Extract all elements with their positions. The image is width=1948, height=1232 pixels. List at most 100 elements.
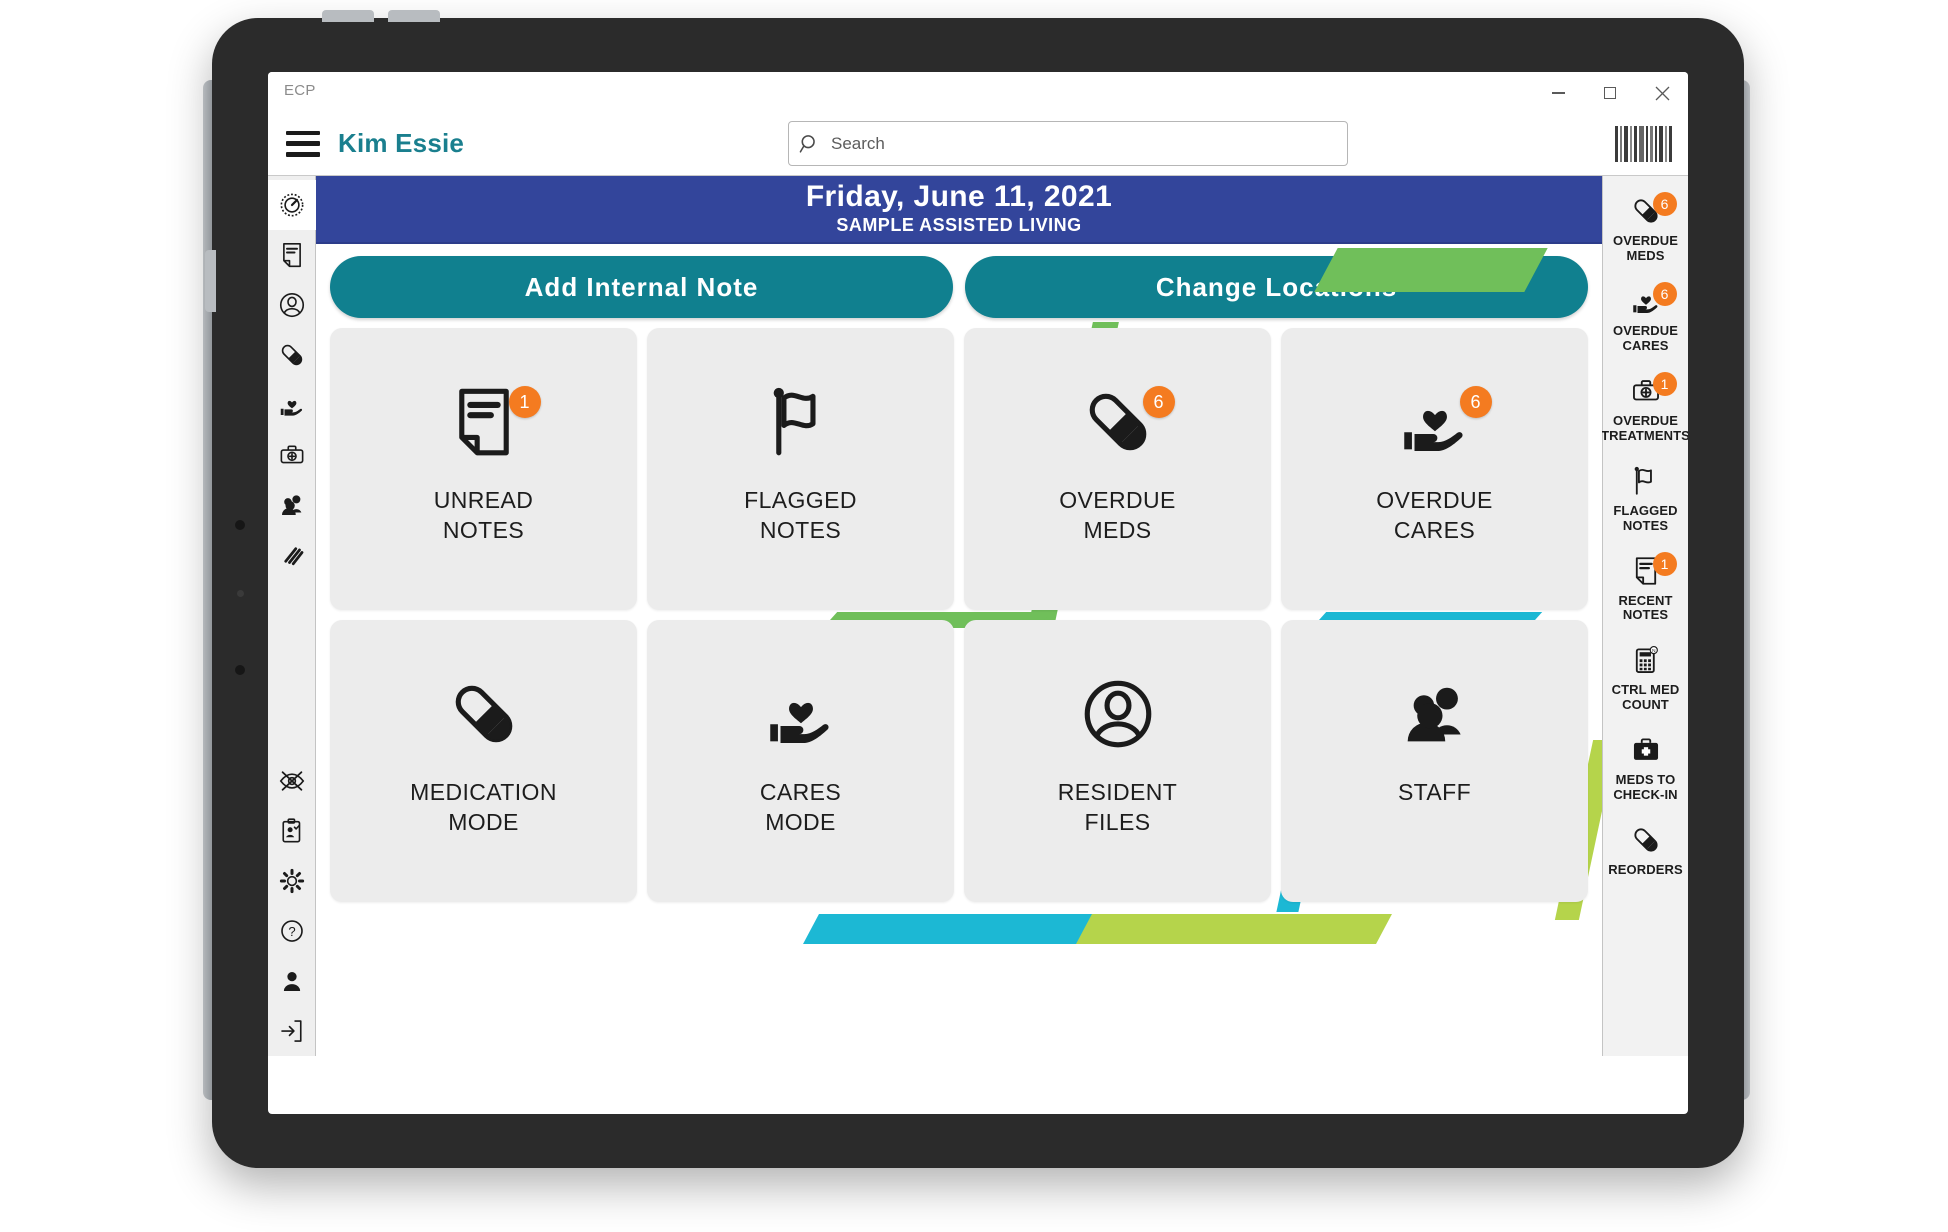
tile-icon-holder: 6 bbox=[1394, 380, 1492, 464]
tile-icon-holder bbox=[443, 672, 525, 756]
tile-label-line1: OVERDUE bbox=[1059, 487, 1176, 513]
firstaid-icon bbox=[1633, 738, 1658, 761]
tile-icon-holder bbox=[760, 380, 842, 464]
dashboard-tile[interactable]: 6 OVERDUE MEDS bbox=[964, 328, 1271, 610]
right-sidebar-label-line1: MEDS TO bbox=[1615, 772, 1676, 788]
dashboard-tile[interactable]: 6 OVERDUE CARES bbox=[1281, 328, 1588, 610]
right-sidebar-item[interactable]: 1 OVERDUE TREATMENTS bbox=[1601, 362, 1688, 452]
right-sidebar-item[interactable]: MEDS TO CHECK-IN bbox=[1603, 721, 1689, 811]
sidebar-item-note[interactable] bbox=[268, 230, 316, 280]
dashboard-tile[interactable]: CARES MODE bbox=[647, 620, 954, 902]
window-titlebar: ECP bbox=[268, 72, 1688, 112]
left-sidebar: ? bbox=[268, 176, 316, 1056]
sidebar-item-gauge[interactable] bbox=[268, 180, 316, 230]
sidebar-item-gear[interactable] bbox=[268, 856, 316, 906]
right-sidebar-badge: 1 bbox=[1652, 371, 1677, 396]
sidebar-item-clipboard-user[interactable] bbox=[268, 806, 316, 856]
right-sidebar-badge: 1 bbox=[1652, 551, 1677, 576]
right-sidebar-label-line1: REORDERS bbox=[1608, 862, 1683, 878]
right-sidebar-item[interactable]: REORDERS bbox=[1603, 811, 1689, 886]
dashboard-tile[interactable]: STAFF bbox=[1281, 620, 1588, 902]
menu-bar-1 bbox=[286, 130, 320, 135]
right-sidebar-item[interactable]: N CTRL MED COUNT bbox=[1603, 631, 1689, 721]
right-sidebar-label: MEDS TO CHECK-IN bbox=[1613, 772, 1677, 803]
sidebar-item-person-circle[interactable] bbox=[268, 280, 316, 330]
right-sidebar-item[interactable]: FLAGGED NOTES bbox=[1603, 452, 1689, 542]
flag-icon bbox=[773, 387, 816, 456]
dashboard-tile[interactable]: RESIDENT FILES bbox=[964, 620, 1271, 902]
tile-label: OVERDUE CARES bbox=[1376, 486, 1493, 546]
minimize-button[interactable] bbox=[1532, 76, 1584, 110]
reports-icon bbox=[283, 547, 303, 566]
sidebar-item-user[interactable] bbox=[268, 956, 316, 1006]
tile-icon-holder bbox=[1394, 672, 1476, 756]
add-internal-note-button[interactable]: Add Internal Note bbox=[330, 256, 953, 318]
close-icon bbox=[1655, 86, 1669, 100]
tablet-volume-down-button[interactable] bbox=[388, 10, 440, 22]
menu-icon[interactable] bbox=[286, 130, 320, 157]
right-sidebar-item[interactable]: 6 OVERDUE MEDS bbox=[1603, 182, 1689, 272]
right-sidebar-label-line2: COUNT bbox=[1622, 697, 1669, 713]
sidebar-item-help[interactable]: ? bbox=[268, 906, 316, 956]
sidebar-item-eye-off[interactable] bbox=[268, 756, 316, 806]
pill-icon bbox=[455, 685, 512, 743]
tile-icon-holder bbox=[760, 672, 842, 756]
sidebar-item-logout[interactable] bbox=[268, 1006, 316, 1056]
tablet-power-button[interactable] bbox=[205, 250, 216, 312]
right-sidebar-item[interactable]: 6 OVERDUE CARES bbox=[1603, 272, 1689, 362]
tablet-volume-up-button[interactable] bbox=[322, 10, 374, 22]
search-input[interactable] bbox=[831, 133, 1311, 154]
right-sidebar-label-line2: NOTES bbox=[1622, 607, 1669, 623]
tile-label: OVERDUE MEDS bbox=[1059, 486, 1176, 546]
tile-label-line1: FLAGGED bbox=[744, 487, 857, 513]
screenshot-stage: ECP Kim Essie Search ? Friday, June 11, … bbox=[0, 0, 1948, 1232]
sidebar-item-pill[interactable] bbox=[268, 330, 316, 380]
people-icon bbox=[1407, 687, 1461, 742]
search-bar[interactable] bbox=[788, 121, 1348, 166]
app-header: Kim Essie bbox=[268, 112, 1688, 176]
app-body: ? Friday, June 11, 2021 SAMPLE ASSISTED … bbox=[268, 176, 1688, 1056]
sidebar-item-people[interactable] bbox=[268, 480, 316, 530]
sidebar-item-medkit[interactable] bbox=[268, 430, 316, 480]
dashboard-tile[interactable]: 1 UNREAD NOTES bbox=[330, 328, 637, 610]
search-icon bbox=[799, 134, 815, 153]
close-button[interactable] bbox=[1636, 76, 1688, 110]
maximize-button[interactable] bbox=[1584, 76, 1636, 110]
tile-label-line2: MEDS bbox=[1083, 516, 1152, 543]
gauge-icon bbox=[280, 193, 303, 217]
tile-label-line2: NOTES bbox=[442, 516, 525, 543]
menu-bar-3 bbox=[286, 152, 320, 157]
clipboard-user-icon bbox=[281, 818, 300, 843]
right-sidebar-label: REORDERS bbox=[1608, 862, 1683, 878]
tile-label-line1: CARES bbox=[759, 779, 842, 805]
dashboard-tile[interactable]: MEDICATION MODE bbox=[330, 620, 637, 902]
tile-label-line1: RESIDENT bbox=[1057, 779, 1178, 805]
hand-heart-icon bbox=[280, 400, 302, 416]
help-icon: ? bbox=[280, 920, 303, 942]
person-circle-icon bbox=[279, 292, 304, 318]
right-sidebar-icon-holder bbox=[1629, 821, 1663, 859]
date-banner: Friday, June 11, 2021 SAMPLE ASSISTED LI… bbox=[316, 176, 1602, 244]
decorative-stripe-lime-2 bbox=[1076, 914, 1392, 944]
right-sidebar-label-line2: TREATMENTS bbox=[1601, 427, 1688, 443]
tile-label: FLAGGED NOTES bbox=[744, 486, 857, 546]
flag-icon bbox=[1634, 466, 1652, 495]
tablet-mic-dot bbox=[235, 665, 245, 675]
sidebar-item-reports[interactable] bbox=[268, 530, 316, 580]
right-sidebar-label: OVERDUE CARES bbox=[1613, 323, 1678, 354]
right-sidebar-label: FLAGGED NOTES bbox=[1613, 503, 1677, 534]
calculator-icon: N bbox=[1635, 646, 1658, 674]
right-sidebar-item[interactable]: 1 RECENT NOTES bbox=[1603, 542, 1689, 632]
tile-label-line1: STAFF bbox=[1397, 779, 1472, 805]
right-sidebar-label-line1: RECENT bbox=[1618, 592, 1673, 608]
sidebar-item-hand-heart[interactable] bbox=[268, 380, 316, 430]
right-sidebar-icon-holder bbox=[1629, 462, 1663, 500]
tile-label-line2: CARES bbox=[1393, 516, 1476, 543]
dashboard-tile[interactable]: FLAGGED NOTES bbox=[647, 328, 954, 610]
tile-label-line1: UNREAD bbox=[433, 487, 534, 513]
right-sidebar-label-line2: NOTES bbox=[1622, 517, 1669, 533]
right-sidebar-icon-holder bbox=[1629, 731, 1663, 769]
barcode-icon[interactable] bbox=[1615, 125, 1672, 162]
note-icon bbox=[282, 242, 301, 268]
tile-label: RESIDENT FILES bbox=[1058, 778, 1178, 838]
